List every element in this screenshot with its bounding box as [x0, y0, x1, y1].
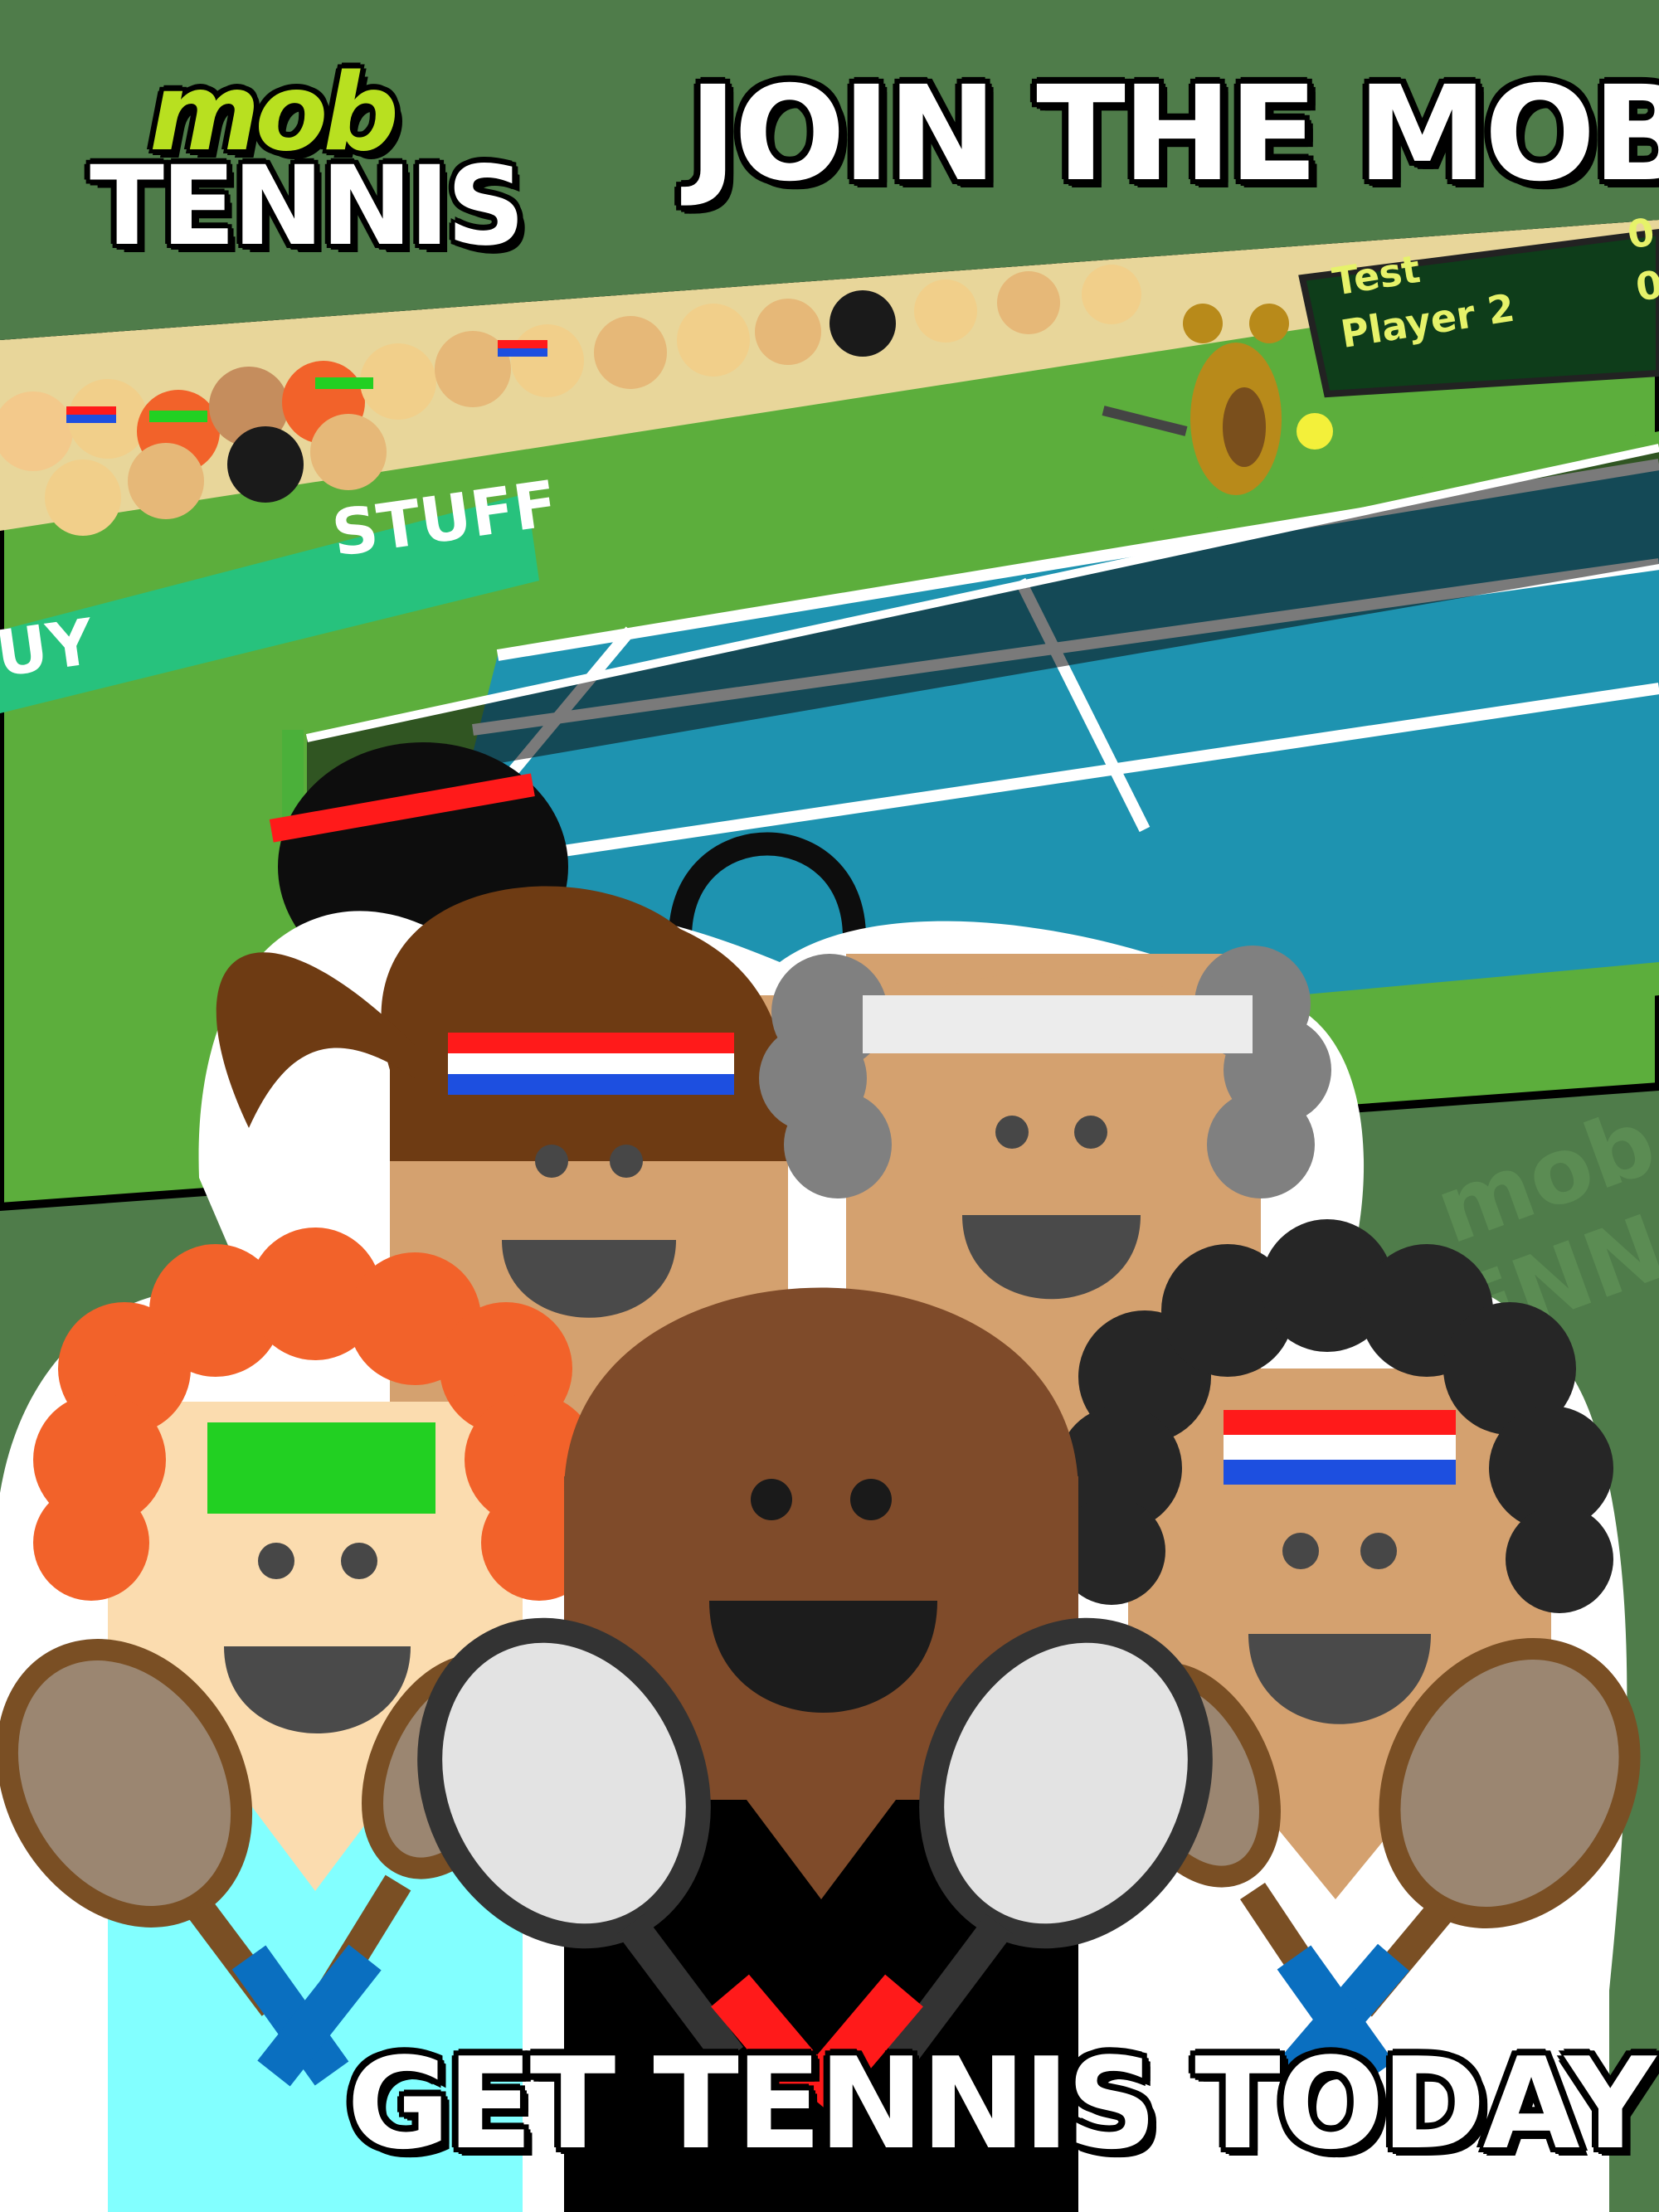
promo-poster: mob TENNIS TENNIS mob TENN mob TENIS mob — [0, 0, 1659, 2212]
court-banner-left-text: UY — [0, 604, 99, 692]
tagline: GET TENNIS TODAY — [347, 2030, 1656, 2177]
scoreboard-player-1-name: Test — [1329, 246, 1423, 304]
scoreboard-player-2-score: 0 — [1632, 261, 1659, 310]
headline: JOIN THE MOB — [688, 58, 1659, 211]
scoreboard-player-1-score: 0 — [1624, 209, 1658, 258]
logo-tennis: TENNIS — [90, 143, 525, 270]
